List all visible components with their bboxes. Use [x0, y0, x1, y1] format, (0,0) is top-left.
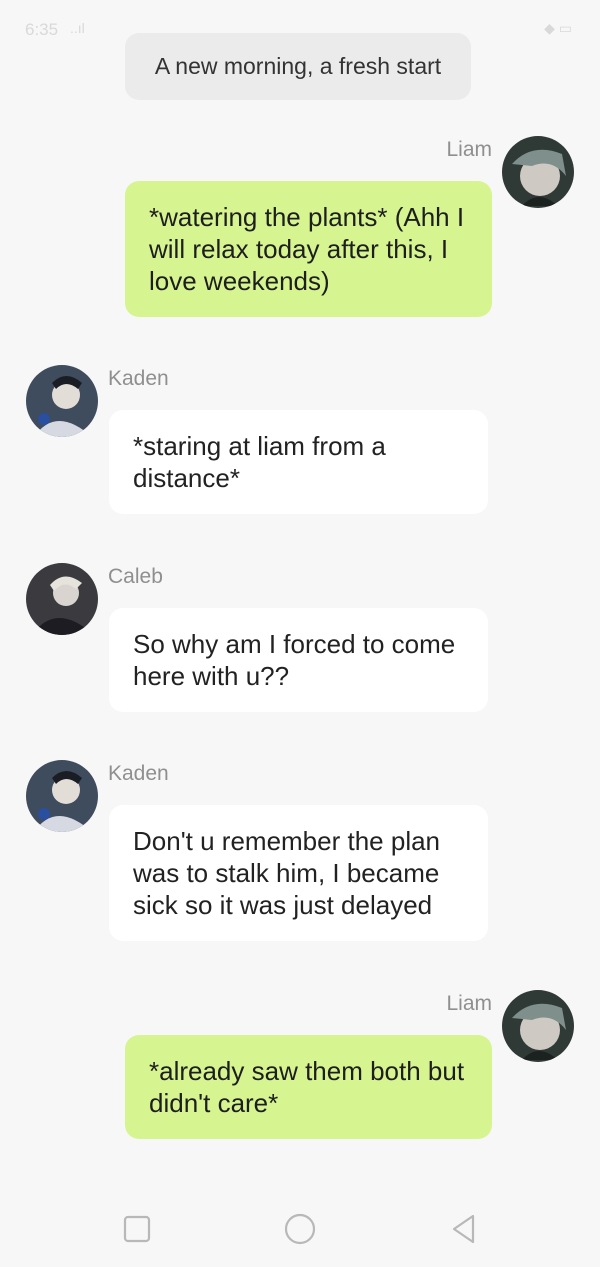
avatar-liam-icon: [502, 136, 574, 208]
sender-name: Kaden: [108, 367, 169, 390]
avatar[interactable]: [26, 760, 98, 832]
status-time: 6:35: [25, 20, 59, 39]
sender-name: Kaden: [108, 762, 169, 785]
sender-name: Caleb: [108, 565, 163, 588]
signal-icon: ..ıl: [70, 20, 85, 36]
avatar-liam-icon: [502, 990, 574, 1062]
message-bubble: *staring at liam from a distance*: [109, 410, 488, 514]
sender-name: Liam: [446, 992, 492, 1015]
avatar[interactable]: [502, 990, 574, 1062]
sender-name: Liam: [446, 138, 492, 161]
avatar-caleb-icon: [26, 563, 98, 635]
battery-icon: ◆ ▭: [544, 20, 572, 36]
message-bubble: So why am I forced to come here with u??: [109, 608, 488, 712]
triangle-back-icon[interactable]: [446, 1212, 480, 1246]
circle-home-icon[interactable]: [283, 1212, 317, 1246]
avatar[interactable]: [502, 136, 574, 208]
message-bubble: *already saw them both but didn't care*: [125, 1035, 492, 1139]
avatar[interactable]: [26, 563, 98, 635]
avatar-kaden-icon: [26, 365, 98, 437]
message-bubble: *watering the plants* (Ahh I will relax …: [125, 181, 492, 317]
avatar-kaden-icon: [26, 760, 98, 832]
avatar[interactable]: [26, 365, 98, 437]
system-message: A new morning, a fresh start: [125, 33, 471, 100]
message-bubble: Don't u remember the plan was to stalk h…: [109, 805, 488, 941]
square-recents-icon[interactable]: [120, 1212, 154, 1246]
navigation-bar: [0, 1190, 600, 1267]
